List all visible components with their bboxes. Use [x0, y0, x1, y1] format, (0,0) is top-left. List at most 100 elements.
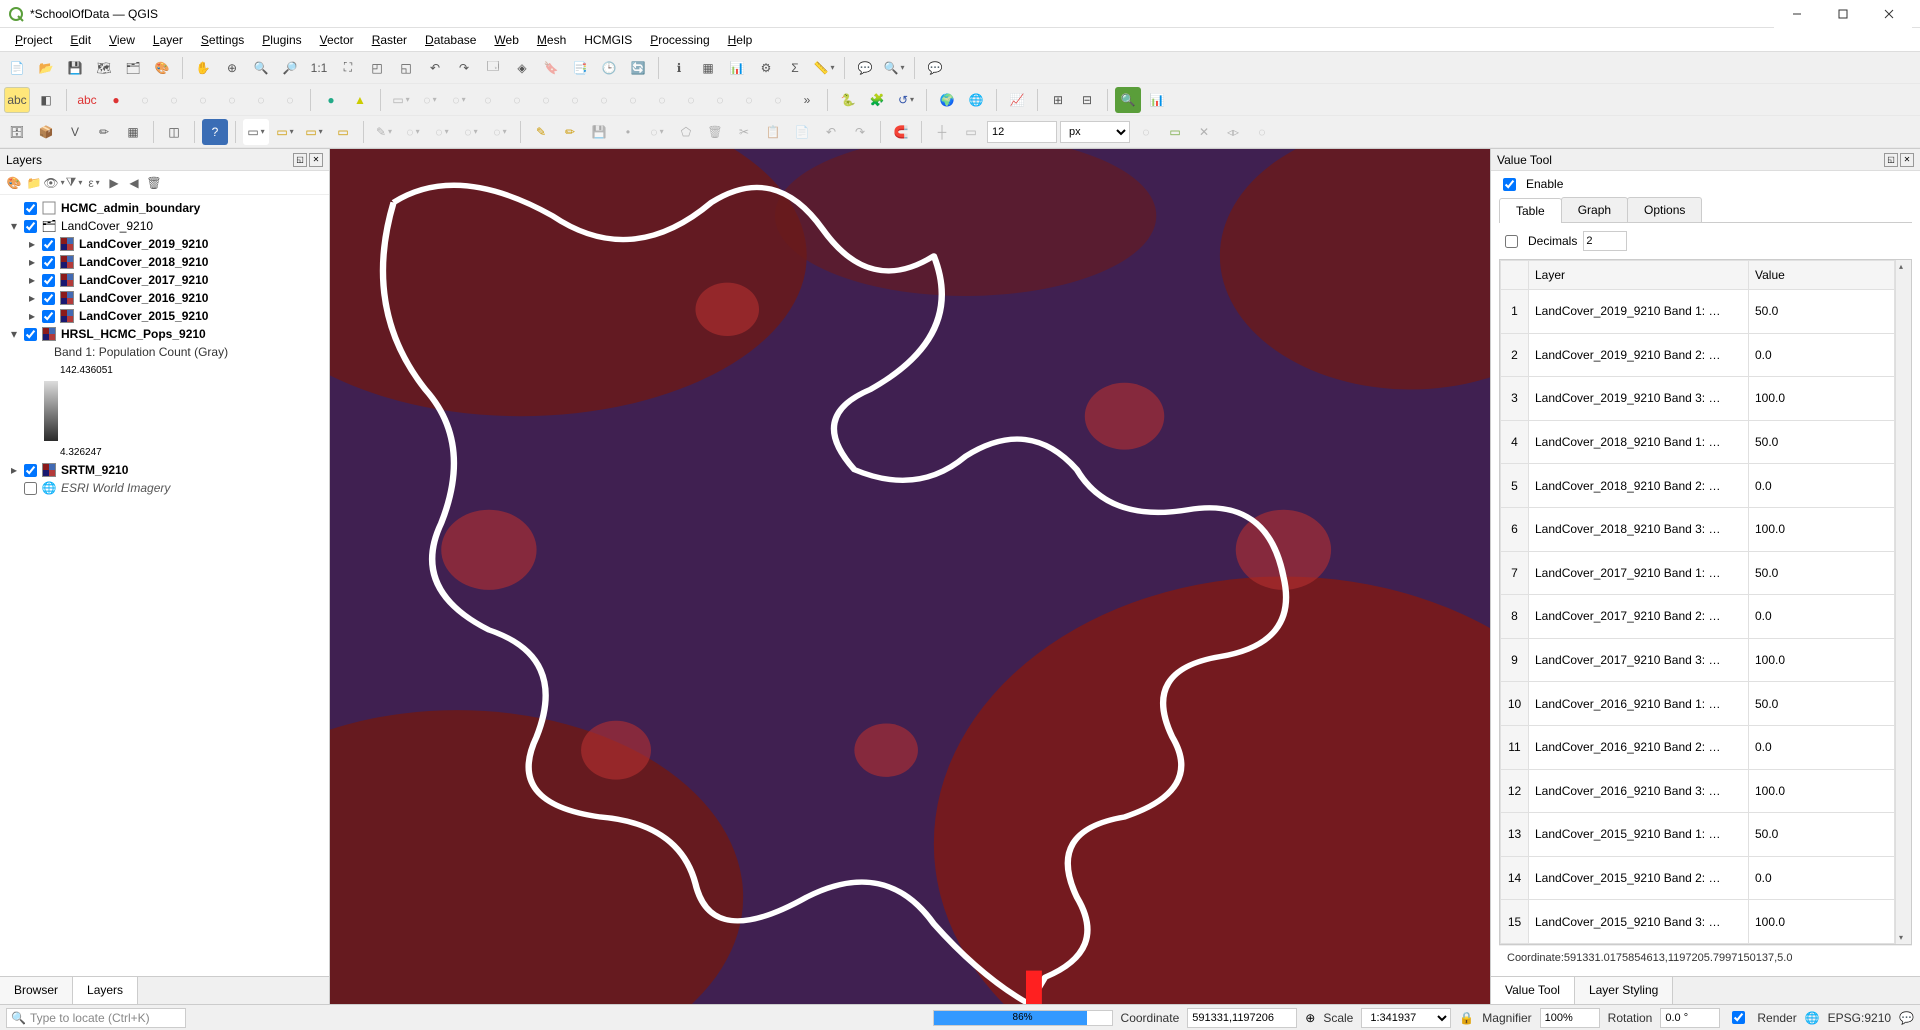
select-expr-icon[interactable]: ▭	[330, 119, 356, 145]
tab-graph[interactable]: Graph	[1561, 197, 1628, 222]
snap-intersection-icon[interactable]: ✕	[1191, 119, 1217, 145]
decimals-checkbox[interactable]	[1505, 235, 1518, 248]
zoom-out-icon[interactable]: 🔎	[277, 55, 303, 81]
new-print-layout-icon[interactable]: 🗺	[91, 55, 117, 81]
delete-icon[interactable]: 🗑	[702, 119, 728, 145]
invert-selection-icon[interactable]: ◌	[504, 87, 530, 113]
table-row[interactable]: 11LandCover_2016_9210 Band 2: …0.0	[1501, 725, 1895, 769]
label-highlight-icon[interactable]: abc	[74, 87, 100, 113]
undo-icon[interactable]: ↶	[818, 119, 844, 145]
label-toolbar-6-icon[interactable]: ◌	[277, 87, 303, 113]
metasearch-help-icon[interactable]: 🌐	[963, 87, 989, 113]
menu-web[interactable]: Web	[485, 30, 527, 50]
menu-mesh[interactable]: Mesh	[528, 30, 575, 50]
new-virtual-icon[interactable]: ▦	[120, 119, 146, 145]
filter-legend-expr-icon[interactable]: ε	[86, 175, 102, 191]
label-toolbar-1-icon[interactable]: ◌	[132, 87, 158, 113]
map-canvas[interactable]	[330, 149, 1490, 1004]
add-polygon-icon[interactable]: ⬠	[673, 119, 699, 145]
overflow-icon[interactable]: »	[794, 87, 820, 113]
crs-label[interactable]: EPSG:9210	[1828, 1011, 1891, 1025]
dock-float-icon[interactable]: ◱	[293, 153, 307, 167]
plugins-icon[interactable]: 🧩	[864, 87, 890, 113]
zoom-last-icon[interactable]: ↶	[422, 55, 448, 81]
show-layout-manager-icon[interactable]: 🗂	[120, 55, 146, 81]
georef-settings-icon[interactable]: ⊟	[1074, 87, 1100, 113]
vect-toolbar-6-icon[interactable]: ◌	[707, 87, 733, 113]
temporal-controller-icon[interactable]: 🕒	[596, 55, 622, 81]
deselect-features-icon[interactable]: ◌	[446, 87, 472, 113]
open-field-calculator-icon[interactable]: 📊	[724, 55, 750, 81]
layer-visibility-checkbox[interactable]	[24, 328, 37, 341]
python-console-icon[interactable]: 🐍	[835, 87, 861, 113]
tolerance-input[interactable]	[987, 121, 1057, 143]
add-feature-icon[interactable]: ◌	[458, 119, 484, 145]
menu-hcmgis[interactable]: HCMGIS	[575, 30, 641, 50]
save-layer-edits-icon[interactable]: ◌	[429, 119, 455, 145]
select-all-icon[interactable]: ◌	[475, 87, 501, 113]
label-pin-icon[interactable]: ●	[103, 87, 129, 113]
layer-visibility-checkbox[interactable]	[42, 238, 55, 251]
metasearch-icon[interactable]: 🌍	[934, 87, 960, 113]
table-row[interactable]: 2LandCover_2019_9210 Band 2: …0.0	[1501, 333, 1895, 377]
label-toolbar-4-icon[interactable]: ◌	[219, 87, 245, 113]
col-layer[interactable]: Layer	[1529, 261, 1749, 290]
digitize-icon[interactable]: ✎	[528, 119, 554, 145]
layer-tree-item[interactable]: ▸LandCover_2018_9210	[0, 253, 329, 271]
value-table[interactable]: Layer Value 1LandCover_2019_9210 Band 1:…	[1500, 260, 1895, 944]
move-feature-icon[interactable]: ◌	[487, 119, 513, 145]
new-3d-view-icon[interactable]: ◈	[509, 55, 535, 81]
layer-tree-item[interactable]: HCMC_admin_boundary	[0, 199, 329, 217]
identify-features-icon[interactable]: ℹ	[666, 55, 692, 81]
table-row[interactable]: 10LandCover_2016_9210 Band 1: …50.0	[1501, 682, 1895, 726]
table-row[interactable]: 13LandCover_2015_9210 Band 1: …50.0	[1501, 813, 1895, 857]
refresh-icon[interactable]: 🔄	[625, 55, 651, 81]
vect-toolbar-8-icon[interactable]: ◌	[765, 87, 791, 113]
osm-icon[interactable]: 🔍	[1115, 87, 1141, 113]
self-snap-icon[interactable]: ◌	[1249, 119, 1275, 145]
new-memory-icon[interactable]: ◫	[161, 119, 187, 145]
messages-icon[interactable]: 💬	[1899, 1011, 1914, 1025]
layer-visibility-checkbox[interactable]	[24, 464, 37, 477]
show-bookmarks-icon[interactable]: 📑	[567, 55, 593, 81]
table-row[interactable]: 1LandCover_2019_9210 Band 1: …50.0	[1501, 290, 1895, 334]
table-row[interactable]: 6LandCover_2018_9210 Band 3: …100.0	[1501, 507, 1895, 551]
table-row[interactable]: 4LandCover_2018_9210 Band 1: …50.0	[1501, 420, 1895, 464]
mesh-info-icon[interactable]: ▲	[347, 87, 373, 113]
vect-toolbar-2-icon[interactable]: ◌	[591, 87, 617, 113]
scale-select[interactable]: 1:341937	[1361, 1008, 1451, 1028]
table-row[interactable]: 15LandCover_2015_9210 Band 3: …100.0	[1501, 900, 1895, 944]
layer-visibility-checkbox[interactable]	[42, 256, 55, 269]
filter-legend-icon[interactable]: ⧩	[66, 175, 82, 191]
mesh-calc-icon[interactable]: ●	[318, 87, 344, 113]
tab-layer-styling[interactable]: Layer Styling	[1575, 977, 1673, 1004]
vt-dock-float-icon[interactable]: ◱	[1884, 153, 1898, 167]
layer-visibility-checkbox[interactable]	[24, 202, 37, 215]
snapping-icon[interactable]: 🧲	[888, 119, 914, 145]
table-row[interactable]: 8LandCover_2017_9210 Band 2: …0.0	[1501, 595, 1895, 639]
table-row[interactable]: 7LandCover_2017_9210 Band 1: …50.0	[1501, 551, 1895, 595]
rotation-input[interactable]	[1660, 1008, 1720, 1028]
processing-toolbox-icon[interactable]: ⚙	[753, 55, 779, 81]
tab-options[interactable]: Options	[1627, 197, 1702, 222]
copy-icon[interactable]: 📋	[760, 119, 786, 145]
select-form-icon[interactable]: ▭	[301, 119, 327, 145]
toggle-extents-icon[interactable]: ⊕	[1305, 1011, 1315, 1025]
layer-visibility-checkbox[interactable]	[42, 292, 55, 305]
statistical-summary-icon[interactable]: Σ	[782, 55, 808, 81]
tolerance-unit-select[interactable]: px	[1060, 121, 1130, 143]
label-toolbar-2-icon[interactable]: ◌	[161, 87, 187, 113]
collapse-all-icon[interactable]: ◀	[126, 175, 142, 191]
maximize-button[interactable]	[1820, 0, 1866, 28]
menu-project[interactable]: Project	[6, 30, 61, 50]
layer-tree-item[interactable]: Band 1: Population Count (Gray)	[0, 343, 329, 361]
diagram-icon[interactable]: ◧	[33, 87, 59, 113]
undoredo-icon[interactable]: ↺	[893, 87, 919, 113]
grass-icon[interactable]: 📊	[1144, 87, 1170, 113]
vect-toolbar-5-icon[interactable]: ◌	[678, 87, 704, 113]
menu-edit[interactable]: Edit	[61, 30, 100, 50]
deselect-icon[interactable]: ▭	[272, 119, 298, 145]
layer-tree-item[interactable]: 🌐ESRI World Imagery	[0, 479, 329, 497]
map-tips-icon[interactable]: 💬	[852, 55, 878, 81]
open-data-source-icon[interactable]: 🗄	[4, 119, 30, 145]
